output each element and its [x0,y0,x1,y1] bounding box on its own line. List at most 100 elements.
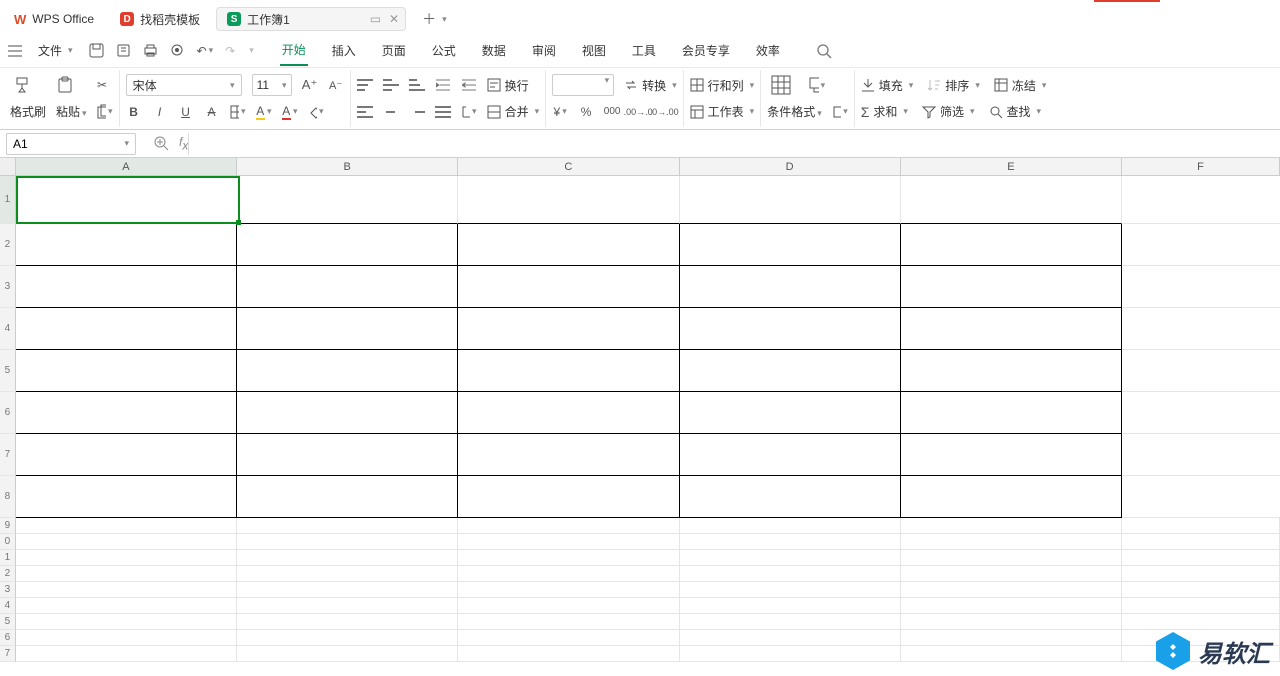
col-header-F[interactable]: F [1122,158,1280,175]
app-tab-templates[interactable]: D 找稻壳模板 [110,7,210,31]
align-left-icon[interactable] [357,104,373,120]
window-mode-icon[interactable]: ▭ [370,12,381,26]
cell[interactable] [458,224,679,266]
borders-icon[interactable]: ▾ [230,104,246,120]
font-color-icon[interactable]: A▾ [282,104,298,120]
cell[interactable] [1122,534,1280,550]
table-style-button[interactable] [767,75,795,95]
cell[interactable] [680,598,901,614]
cell[interactable] [237,476,458,518]
cell[interactable] [680,550,901,566]
row-header[interactable]: 4 [0,598,16,614]
col-header-D[interactable]: D [680,158,901,175]
align-justify-icon[interactable] [435,104,451,120]
cell[interactable] [458,392,679,434]
cell[interactable] [237,392,458,434]
cell[interactable] [1122,308,1280,350]
cell[interactable] [901,176,1122,224]
cond-format-button[interactable]: 条件格式▾ [767,103,822,120]
row-header[interactable]: 5 [0,350,16,392]
cell[interactable] [16,266,237,308]
strikethrough-icon[interactable]: A [204,104,220,120]
cell[interactable] [1122,598,1280,614]
highlight-color-icon[interactable]: A▾ [256,104,272,120]
print-preview-icon[interactable] [116,43,131,58]
cell[interactable] [16,582,237,598]
cell[interactable] [458,350,679,392]
cell[interactable] [16,434,237,476]
cell[interactable] [16,176,237,224]
cell[interactable] [16,598,237,614]
row-header[interactable]: 5 [0,614,16,630]
cell[interactable] [16,350,237,392]
tab-view[interactable]: 视图 [580,36,608,65]
row-header[interactable]: 6 [0,392,16,434]
cell[interactable] [680,534,901,550]
cell[interactable] [458,308,679,350]
cut-icon[interactable]: ✂ [94,77,110,93]
cell[interactable] [237,224,458,266]
row-col-button[interactable]: 行和列▾ [690,77,755,94]
align-center-icon[interactable] [383,104,399,120]
tab-insert[interactable]: 插入 [330,36,358,65]
cell[interactable] [237,566,458,582]
cell[interactable] [901,630,1122,646]
cell[interactable] [901,566,1122,582]
number-format-select[interactable]: ▾ [552,74,614,96]
cell[interactable] [458,518,679,534]
tab-start[interactable]: 开始 [280,35,308,66]
search-icon[interactable] [816,43,832,59]
cell[interactable] [16,534,237,550]
bold-icon[interactable]: B [126,104,142,120]
percent-icon[interactable]: % [578,104,594,120]
indent-increase-icon[interactable] [461,77,477,93]
cell[interactable] [901,614,1122,630]
align-top-icon[interactable] [357,77,373,93]
cell[interactable] [1122,176,1280,224]
underline-icon[interactable]: U [178,104,194,120]
cell[interactable] [237,614,458,630]
cell[interactable] [458,476,679,518]
cell[interactable] [901,224,1122,266]
row-header[interactable]: 1 [0,550,16,566]
cell[interactable] [901,646,1122,662]
row-header[interactable]: 7 [0,434,16,476]
cell[interactable] [458,176,679,224]
cell[interactable] [16,476,237,518]
indent-decrease-icon[interactable] [435,77,451,93]
tab-page[interactable]: 页面 [380,36,408,65]
tab-formula[interactable]: 公式 [430,36,458,65]
increase-decimal-icon[interactable]: .00→.0 [630,104,646,120]
cell[interactable] [16,550,237,566]
cell[interactable] [237,630,458,646]
app-tab-wps[interactable]: W WPS Office [4,7,104,31]
close-icon[interactable]: ✕ [389,12,399,26]
fx-icon[interactable]: fx [179,135,188,152]
cell[interactable] [458,582,679,598]
orientation-icon[interactable]: ▾ [461,104,477,120]
cell[interactable] [237,434,458,476]
cell[interactable] [1122,614,1280,630]
fill-button[interactable]: 填充▾ [861,77,914,94]
cell[interactable] [680,350,901,392]
cell[interactable] [458,566,679,582]
cell[interactable] [680,266,901,308]
cell[interactable] [16,566,237,582]
zoom-formula-icon[interactable] [154,136,169,151]
cell[interactable] [901,518,1122,534]
cell[interactable] [1122,550,1280,566]
col-header-E[interactable]: E [901,158,1122,175]
cell[interactable] [901,582,1122,598]
cell[interactable] [1122,476,1280,518]
cell[interactable] [16,224,237,266]
col-header-B[interactable]: B [237,158,458,175]
col-header-A[interactable]: A [16,158,237,175]
clear-format-icon[interactable]: ▾ [832,104,848,120]
cell[interactable] [458,630,679,646]
formula-input[interactable] [188,133,1280,155]
cell[interactable] [237,518,458,534]
cell[interactable] [680,630,901,646]
cell[interactable] [237,534,458,550]
cell[interactable] [901,534,1122,550]
cell[interactable] [1122,350,1280,392]
